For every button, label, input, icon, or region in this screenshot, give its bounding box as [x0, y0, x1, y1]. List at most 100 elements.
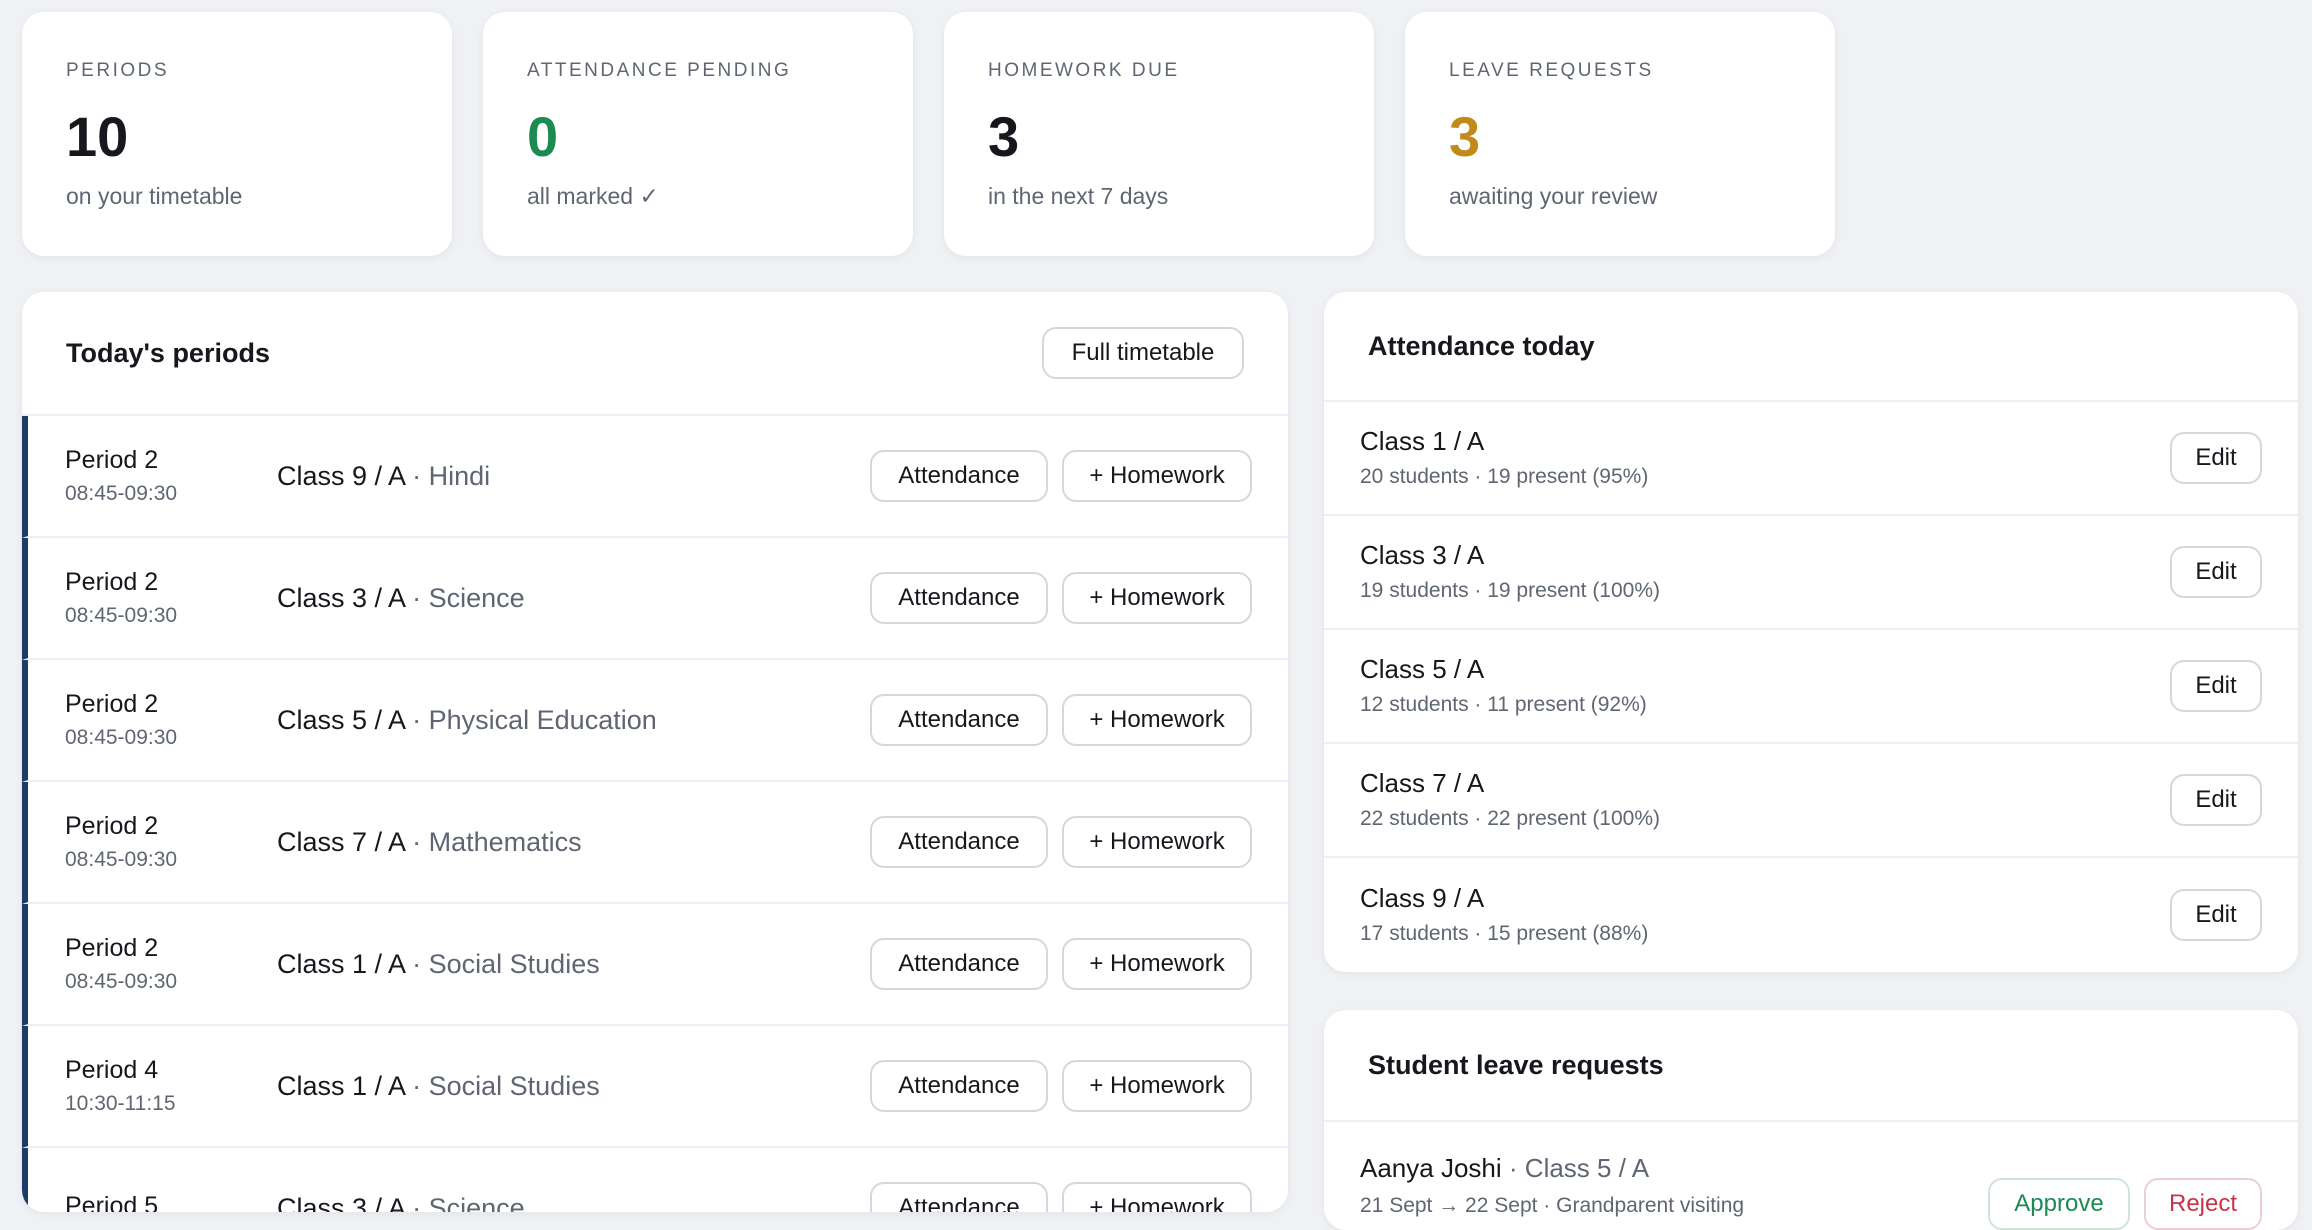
todays-periods-card: Today's periods Full timetable Period 2 0… — [22, 292, 1288, 1212]
attendance-class: Class 9 / A — [1360, 883, 1485, 913]
period-time-block: Period 4 10:30-11:15 — [65, 1054, 277, 1118]
period-class: Class 3 / A — [277, 582, 405, 613]
period-subject: Mathematics — [428, 826, 582, 857]
stat-card-attendance-pending: ATTENDANCE PENDING 0 all marked ✓ — [483, 12, 913, 256]
add-homework-button[interactable]: + Homework — [1062, 694, 1252, 746]
stats-row: PERIODS 10 on your timetable ATTENDANCE … — [22, 12, 1835, 256]
attendance-button[interactable]: Attendance — [870, 694, 1048, 746]
approve-button[interactable]: Approve — [1988, 1178, 2130, 1230]
separator: · — [412, 1070, 422, 1101]
period-actions: Attendance + Homework — [870, 450, 1252, 502]
leave-student-line: Aanya Joshi · Class 5 / A — [1360, 1152, 1744, 1184]
add-homework-button[interactable]: + Homework — [1062, 450, 1252, 502]
attendance-stats: 12 students · 11 present (92%) — [1360, 693, 1647, 716]
separator: · — [412, 704, 422, 735]
attendance-info: Class 7 / A 22 students · 22 present (100… — [1360, 767, 1660, 833]
period-class-subject: Class 3 / A · Science — [277, 1193, 870, 1213]
add-homework-button[interactable]: + Homework — [1062, 938, 1252, 990]
separator: · — [412, 826, 422, 857]
add-homework-button[interactable]: + Homework — [1062, 572, 1252, 624]
period-time: 08:45-09:30 — [65, 604, 178, 627]
attendance-button[interactable]: Attendance — [870, 938, 1048, 990]
attendance-header: Attendance today — [1324, 292, 2298, 402]
period-name: Period 4 — [65, 1056, 159, 1084]
period-row: Period 2 08:45-09:30 Class 9 / A · Hindi At… — [22, 416, 1288, 538]
attendance-row: Class 3 / A 19 students · 19 present (100… — [1324, 516, 2298, 630]
period-class: Class 1 / A — [277, 948, 405, 979]
attendance-today-card: Attendance today Class 1 / A 20 students … — [1324, 292, 2298, 972]
stat-label: LEAVE REQUESTS — [1449, 60, 1654, 81]
period-row: Period 5 Class 3 / A · Science Attendance +… — [22, 1148, 1288, 1212]
leave-info: Aanya Joshi · Class 5 / A 21 Sept → 22 Se… — [1360, 1152, 1744, 1220]
period-subject: Science — [428, 1192, 525, 1213]
period-row: Period 4 10:30-11:15 Class 1 / A · Social … — [22, 1026, 1288, 1148]
period-subject: Science — [428, 582, 525, 613]
attendance-button[interactable]: Attendance — [870, 1182, 1048, 1212]
add-homework-button[interactable]: + Homework — [1062, 816, 1252, 868]
period-time-block: Period 2 08:45-09:30 — [65, 932, 277, 996]
period-time-block: Period 2 08:45-09:30 — [65, 810, 277, 874]
attendance-info: Class 5 / A 12 students · 11 present (92%… — [1360, 653, 1647, 719]
period-name: Period 2 — [65, 690, 159, 718]
edit-attendance-button[interactable]: Edit — [2170, 546, 2262, 598]
separator: · — [412, 1192, 422, 1213]
edit-attendance-button[interactable]: Edit — [2170, 774, 2262, 826]
period-class: Class 9 / A — [277, 460, 405, 491]
full-timetable-button[interactable]: Full timetable — [1042, 327, 1244, 379]
attendance-button[interactable]: Attendance — [870, 572, 1048, 624]
stat-subtext: in the next 7 days — [988, 183, 1169, 209]
period-class: Class 7 / A — [277, 826, 405, 857]
period-actions: Attendance + Homework — [870, 816, 1252, 868]
period-time-block: Period 2 08:45-09:30 — [65, 688, 277, 752]
attendance-info: Class 9 / A 17 students · 15 present (88%… — [1360, 882, 1648, 948]
add-homework-button[interactable]: + Homework — [1062, 1182, 1252, 1212]
period-class-subject: Class 3 / A · Science — [277, 583, 870, 614]
period-subject: Hindi — [428, 460, 491, 491]
periods-list: Period 2 08:45-09:30 Class 9 / A · Hindi At… — [22, 416, 1288, 1212]
period-time: 08:45-09:30 — [65, 482, 178, 505]
period-subject: Social Studies — [428, 948, 600, 979]
attendance-title: Attendance today — [1368, 330, 1595, 361]
stat-label: PERIODS — [66, 60, 170, 81]
attendance-button[interactable]: Attendance — [870, 450, 1048, 502]
period-row: Period 2 08:45-09:30 Class 5 / A · Physica… — [22, 660, 1288, 782]
attendance-class: Class 7 / A — [1360, 768, 1485, 798]
period-actions: Attendance + Homework — [870, 938, 1252, 990]
stat-subtext: on your timetable — [66, 183, 243, 209]
periods-title: Today's periods — [66, 337, 270, 368]
stat-card-leave-requests: LEAVE REQUESTS 3 awaiting your review — [1405, 12, 1835, 256]
attendance-list: Class 1 / A 20 students · 19 present (95%… — [1324, 402, 2298, 972]
edit-attendance-button[interactable]: Edit — [2170, 889, 2262, 941]
period-name: Period 2 — [65, 446, 159, 474]
separator: · — [412, 582, 422, 613]
attendance-button[interactable]: Attendance — [870, 1060, 1048, 1112]
stat-value: 3 — [988, 105, 1020, 168]
period-time: 08:45-09:30 — [65, 848, 178, 871]
stat-subtext: awaiting your review — [1449, 183, 1658, 209]
reject-button[interactable]: Reject — [2144, 1178, 2262, 1230]
period-subject: Social Studies — [428, 1070, 600, 1101]
separator: · — [412, 460, 422, 491]
edit-attendance-button[interactable]: Edit — [2170, 432, 2262, 484]
stat-value: 3 — [1449, 105, 1481, 168]
attendance-button[interactable]: Attendance — [870, 816, 1048, 868]
stat-value: 0 — [527, 105, 559, 168]
attendance-row: Class 7 / A 22 students · 22 present (100… — [1324, 744, 2298, 858]
period-class-subject: Class 9 / A · Hindi — [277, 461, 870, 492]
period-time-block: Period 5 — [65, 1190, 277, 1212]
stat-value: 10 — [66, 105, 129, 168]
period-class: Class 3 / A — [277, 1192, 405, 1213]
period-class: Class 5 / A — [277, 704, 405, 735]
period-time: 08:45-09:30 — [65, 970, 178, 993]
period-class-subject: Class 5 / A · Physical Education — [277, 705, 870, 736]
period-class-subject: Class 1 / A · Social Studies — [277, 1071, 870, 1102]
period-actions: Attendance + Homework — [870, 572, 1252, 624]
period-row: Period 2 08:45-09:30 Class 7 / A · Mathema… — [22, 782, 1288, 904]
attendance-row: Class 5 / A 12 students · 11 present (92%… — [1324, 630, 2298, 744]
stat-card-periods: PERIODS 10 on your timetable — [22, 12, 452, 256]
attendance-row: Class 1 / A 20 students · 19 present (95%… — [1324, 402, 2298, 516]
add-homework-button[interactable]: + Homework — [1062, 1060, 1252, 1112]
edit-attendance-button[interactable]: Edit — [2170, 660, 2262, 712]
period-subject: Physical Education — [428, 704, 657, 735]
period-name: Period 2 — [65, 812, 159, 840]
